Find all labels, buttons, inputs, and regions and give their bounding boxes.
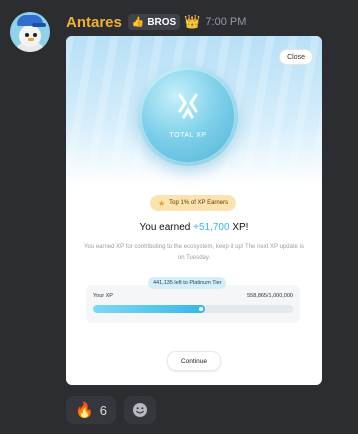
continue-button[interactable]: Continue [167, 351, 221, 371]
thumbs-up-icon: 👍 [131, 16, 145, 28]
server-tag-label: BROS [147, 16, 177, 28]
xp-progress-marker [198, 307, 203, 311]
message-header: Antares 👍 BROS 👑 7:00 PM [66, 12, 246, 32]
close-button[interactable]: Close [279, 49, 313, 65]
earned-suffix: XP! [232, 222, 249, 233]
xp-label: Your XP [93, 293, 113, 299]
total-xp-coin: TOTAL XP [138, 66, 238, 166]
badge-label: Top 1% of XP Earners [169, 200, 229, 206]
star-icon: ★ [158, 198, 166, 208]
xp-card-embed: Close TOTAL XP ★ Top 1% of XP Earners Yo… [66, 36, 322, 385]
xp-progress-fill [93, 305, 205, 313]
tier-remaining-chip: 441,135 left to Platinum Tier [148, 277, 227, 289]
earned-amount: +51,700 [193, 222, 230, 233]
smiley-icon [133, 403, 147, 417]
xp-progress-panel: 441,135 left to Platinum Tier Your XP 55… [86, 277, 300, 323]
reaction-count: 6 [99, 402, 107, 418]
crown-icon: 👑 [184, 14, 201, 30]
user-avatar[interactable] [10, 12, 50, 52]
timestamp[interactable]: 7:00 PM [205, 16, 246, 28]
username[interactable]: Antares [66, 14, 122, 31]
xp-value: 558,865/1,000,000 [247, 293, 293, 299]
coin-label: TOTAL XP [169, 132, 207, 139]
xp-progress-track [93, 305, 293, 313]
top-earner-badge: ★ Top 1% of XP Earners [150, 195, 237, 211]
earned-prefix: You earned [139, 222, 191, 233]
fire-icon: 🔥 [75, 401, 94, 419]
reaction-fire[interactable]: 🔥 6 [66, 396, 116, 424]
add-reaction-button[interactable] [124, 396, 156, 424]
earned-description: You earned XP for contributing to the ec… [84, 244, 304, 261]
total-xp-logo-icon [178, 93, 198, 119]
server-tag[interactable]: 👍 BROS [127, 14, 181, 30]
earned-heading: You earned +51,700 XP! [66, 222, 322, 233]
